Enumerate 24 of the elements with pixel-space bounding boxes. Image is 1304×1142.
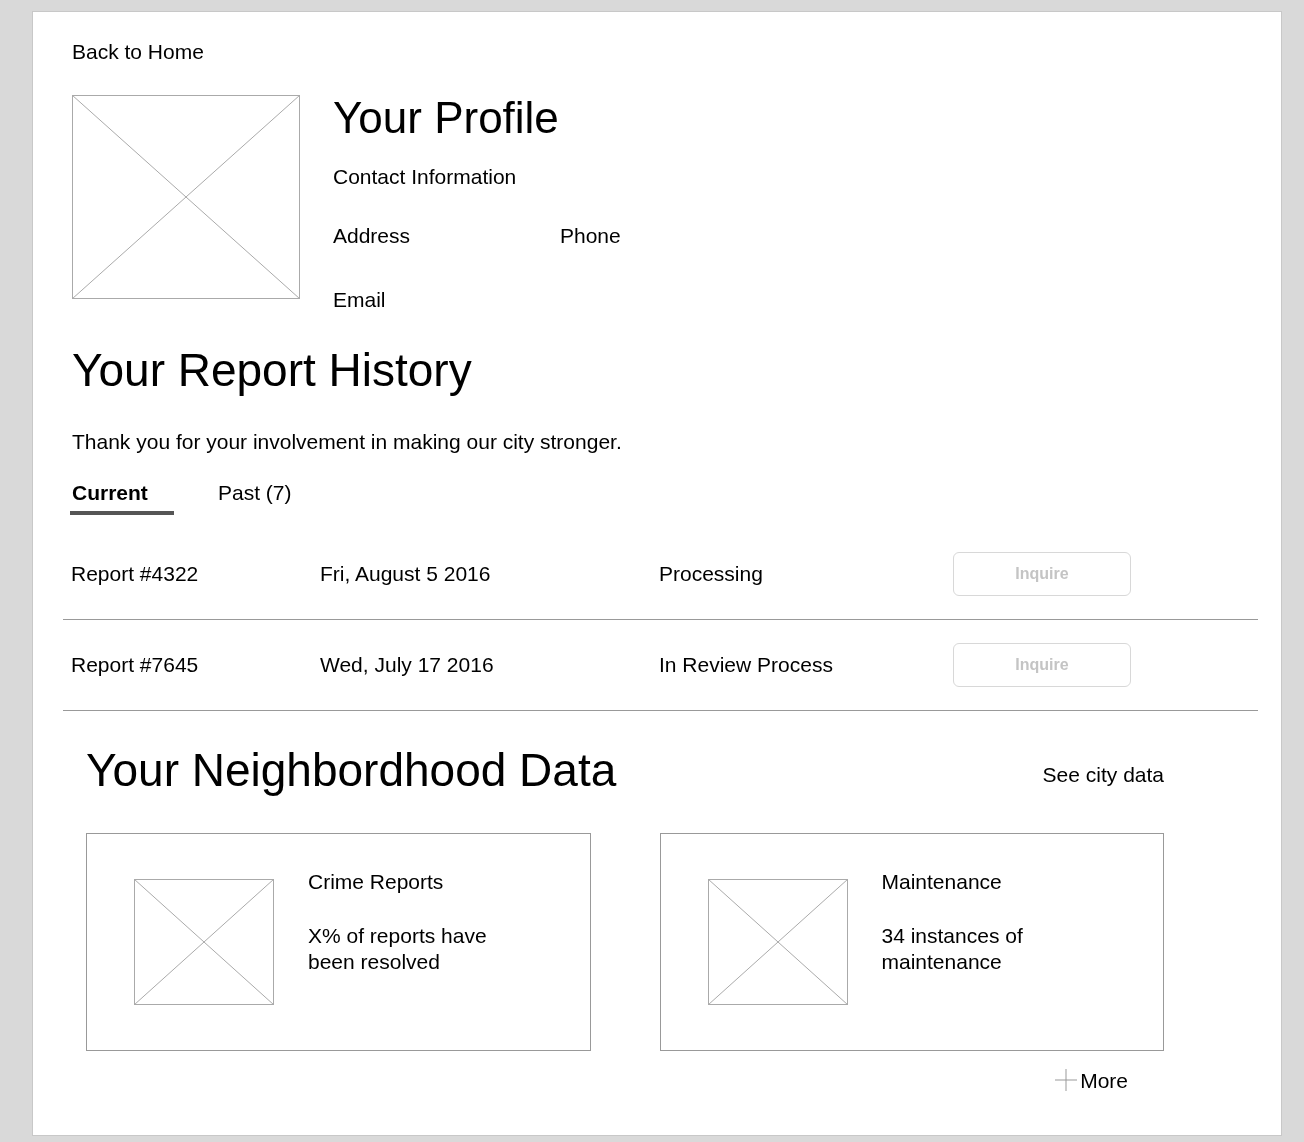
report-status: In Review Process — [659, 651, 834, 678]
card-text: 34 instances of maintenance — [881, 923, 1024, 975]
field-label: Address — [333, 222, 412, 249]
section-title: Your Report History — [72, 343, 473, 396]
card-title: Crime Reports — [308, 868, 445, 895]
card-title: Maintenance — [881, 868, 1003, 895]
tab[interactable]: Past (7) — [218, 477, 292, 515]
city-data-link[interactable]: See city data — [1042, 758, 1164, 791]
profile-subtitle: Contact Information — [333, 164, 518, 190]
report-date: Fri, August 5 2016 — [320, 560, 492, 587]
field-label: Phone — [560, 222, 621, 249]
card-text: X% of reports have been resolved — [308, 923, 488, 975]
report-date: Wed, July 17 2016 — [320, 651, 495, 678]
field-label: Email — [333, 287, 387, 313]
plus-icon — [1055, 1069, 1078, 1092]
section-title: Your Neighbordhood Data — [86, 743, 617, 796]
report-status: Processing — [659, 560, 764, 587]
back-link[interactable]: Back to Home — [72, 38, 204, 66]
report-id: Report #4322 — [71, 560, 200, 587]
more-button[interactable]: More — [1055, 1064, 1128, 1096]
report-id: Report #7645 — [71, 651, 200, 678]
intro-text: Thank you for your involvement in making our city stronger. — [72, 428, 623, 455]
tab[interactable]: Current — [70, 477, 174, 515]
profile-title: Your Profile — [333, 93, 560, 143]
